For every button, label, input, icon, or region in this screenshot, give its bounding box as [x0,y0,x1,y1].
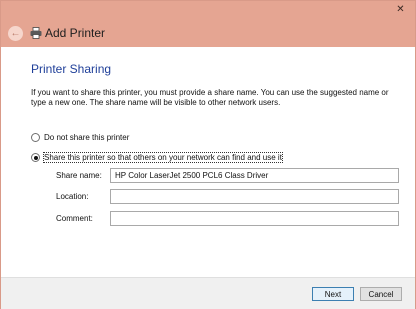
wizard-footer: Next Cancel [1,277,415,309]
share-name-input[interactable] [110,168,399,183]
share-label[interactable]: Share this printer so that others on you… [43,152,283,163]
location-input[interactable] [110,189,399,204]
no-share-option[interactable]: Do not share this printer [31,133,129,142]
location-row: Location: [56,189,399,204]
comment-label: Comment: [56,214,93,223]
page-heading: Printer Sharing [31,62,112,76]
share-name-label: Share name: [56,171,102,180]
close-icon: ✕ [396,3,405,15]
close-window-button[interactable]: ✕ [388,2,413,16]
comment-input[interactable] [110,211,399,226]
window-title: Add Printer [45,26,106,40]
comment-row: Comment: [56,211,399,226]
no-share-label[interactable]: Do not share this printer [44,133,129,142]
share-name-row: Share name: [56,168,399,183]
no-share-radio[interactable] [31,133,40,142]
add-printer-window: ✕ ← Add Printer Printer Sharing If you w… [0,0,416,309]
page-description: If you want to share this printer, you m… [31,88,389,107]
share-radio[interactable] [31,153,40,162]
next-button[interactable]: Next [312,287,354,301]
cancel-button[interactable]: Cancel [360,287,402,301]
location-label: Location: [56,192,89,201]
printer-icon [30,27,42,39]
wizard-content: Printer Sharing If you want to share thi… [1,47,415,277]
back-button[interactable]: ← [8,26,23,41]
back-arrow-icon: ← [10,27,21,39]
share-option[interactable]: Share this printer so that others on you… [31,152,283,163]
title-bar: ✕ ← Add Printer [1,1,415,47]
